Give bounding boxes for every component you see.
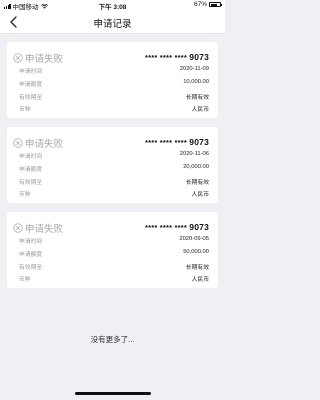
record-status: 申请失败 (13, 51, 63, 65)
label-validity: 有效期至 (19, 95, 43, 101)
row-time: 申请时间 2020-11-06 (19, 151, 209, 160)
card-last4: 9073 (189, 222, 209, 232)
status-right: 67% (193, 1, 222, 8)
card-mask: **** **** **** (144, 223, 187, 232)
label-amount: 申请额度 (19, 252, 43, 258)
value-amount: 50,000.00 (183, 249, 209, 255)
status-time: 下午 3:08 (98, 4, 127, 11)
card-last4: 9073 (189, 52, 209, 62)
label-amount: 申请额度 (19, 82, 43, 88)
record-card[interactable]: 申请失败 **** **** **** 9073 申请时间 2020-09-05… (7, 212, 218, 288)
record-status-text: 申请失败 (25, 224, 64, 235)
no-more-text: 没有更多了... (90, 335, 135, 344)
label-amount: 申请额度 (19, 167, 43, 173)
value-time: 2020-09-05 (179, 236, 209, 242)
record-status: 申请失败 (13, 221, 63, 235)
row-currency: 币种 人民币 (19, 104, 209, 113)
value-validity: 长期有效 (185, 265, 209, 271)
value-validity: 长期有效 (185, 180, 209, 186)
value-time: 2020-11-06 (179, 151, 209, 157)
card-last4: 9073 (189, 137, 209, 147)
record-status-text: 申请失败 (25, 139, 64, 150)
nav-bar: 申请记录 (0, 11, 225, 34)
row-time: 申请时间 2020-11-09 (19, 66, 209, 75)
record-card[interactable]: 申请失败 **** **** **** 9073 申请时间 2020-11-09… (7, 42, 218, 118)
fail-circle-x-icon (13, 53, 23, 63)
record-status: 申请失败 (13, 136, 63, 150)
card-number: **** **** **** 9073 (145, 222, 209, 232)
label-time: 申请时间 (19, 154, 43, 160)
value-validity: 长期有效 (185, 95, 209, 101)
record-status-text: 申请失败 (25, 54, 64, 65)
battery-icon (209, 2, 222, 7)
battery-fill (210, 3, 217, 6)
card-mask: **** **** **** (144, 53, 187, 62)
card-number: **** **** **** 9073 (145, 137, 209, 147)
row-validity: 有效期至 长期有效 (19, 262, 209, 271)
fail-circle-x-icon (13, 223, 23, 233)
row-amount: 申请额度 50,000.00 (19, 249, 209, 258)
fail-circle-x-icon (13, 138, 23, 148)
label-time: 申请时间 (19, 239, 43, 245)
card-mask: **** **** **** (144, 138, 187, 147)
record-card[interactable]: 申请失败 **** **** **** 9073 申请时间 2020-11-06… (7, 127, 218, 203)
row-validity: 有效期至 长期有效 (19, 177, 209, 186)
page-title: 申请记录 (93, 19, 132, 30)
label-currency: 币种 (19, 192, 31, 198)
value-amount: 10,000.00 (183, 79, 209, 85)
value-currency: 人民币 (191, 277, 209, 283)
battery-percent: 67% (193, 1, 207, 8)
row-amount: 申请额度 20,000.00 (19, 164, 209, 173)
label-time: 申请时间 (19, 69, 43, 75)
value-amount: 20,000.00 (183, 164, 209, 170)
card-number: **** **** **** 9073 (145, 52, 209, 62)
value-currency: 人民币 (191, 192, 209, 198)
value-currency: 人民币 (191, 107, 209, 113)
row-currency: 币种 人民币 (19, 274, 209, 283)
row-amount: 申请额度 10,000.00 (19, 79, 209, 88)
label-currency: 币种 (19, 277, 31, 283)
status-bar: 中国移动 下午 3:08 67% (0, 0, 225, 11)
label-currency: 币种 (19, 107, 31, 113)
value-time: 2020-11-09 (179, 66, 209, 72)
row-currency: 币种 人民币 (19, 189, 209, 198)
home-indicator[interactable] (75, 392, 151, 395)
label-validity: 有效期至 (19, 180, 43, 186)
label-validity: 有效期至 (19, 265, 43, 271)
row-validity: 有效期至 长期有效 (19, 92, 209, 101)
row-time: 申请时间 2020-09-05 (19, 236, 209, 245)
